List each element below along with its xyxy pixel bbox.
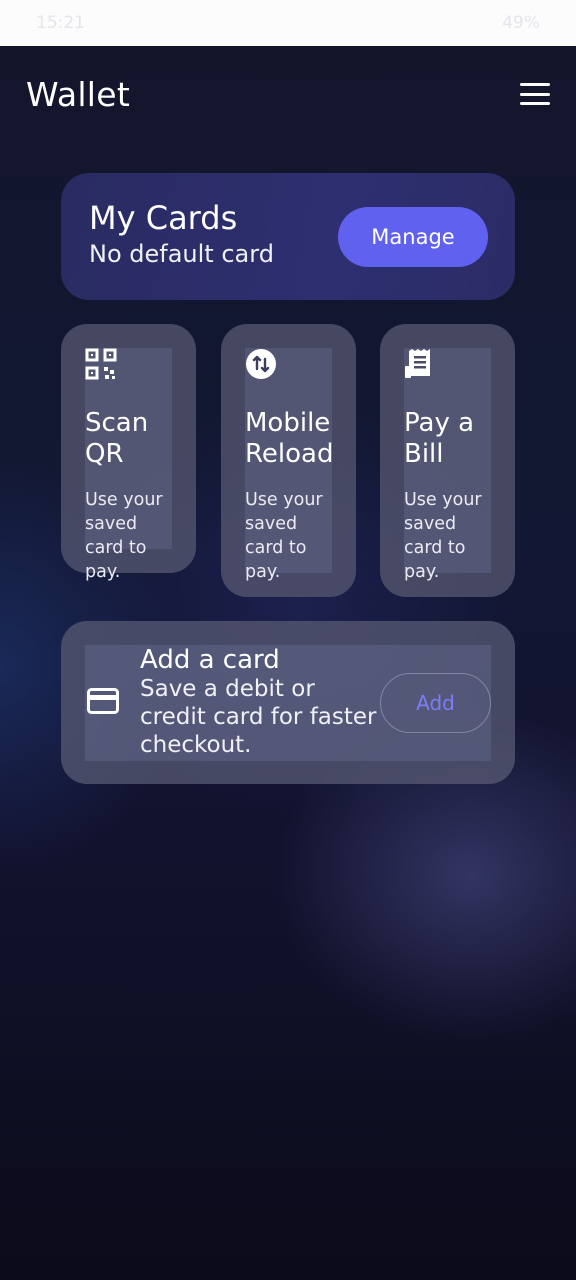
- my-cards-panel: My Cards No default card Manage: [61, 173, 515, 300]
- mobile-reload-content: Mobile Reload Use your saved card to pay…: [245, 348, 334, 582]
- pay-bill-description: Use your saved card to pay.: [404, 490, 482, 582]
- manage-button[interactable]: Manage: [338, 207, 488, 267]
- credit-card-icon: [87, 688, 119, 718]
- receipt-icon: [404, 348, 491, 390]
- status-right: 49%: [502, 13, 540, 33]
- status-left: 15:21: [36, 13, 85, 33]
- top-app-bar: Wallet: [0, 46, 576, 142]
- mobile-reload-title: Mobile Reload: [245, 408, 334, 469]
- scan-qr-description: Use your saved card to pay.: [85, 490, 163, 582]
- hamburger-menu-icon[interactable]: [520, 83, 550, 105]
- add-card-content: Add a card Save a debit or credit card f…: [85, 645, 491, 761]
- qr-code-icon: [85, 348, 172, 390]
- mobile-reload-tile[interactable]: Mobile Reload Use your saved card to pay…: [221, 324, 356, 597]
- add-card-title: Add a card: [140, 645, 280, 675]
- status-time: 15:21: [36, 13, 85, 33]
- battery-level: 49%: [502, 13, 540, 33]
- add-card-subtitle: Save a debit or credit card for faster c…: [140, 676, 377, 758]
- scan-qr-content: Scan QR Use your saved card to pay.: [85, 348, 172, 582]
- pay-bill-tile[interactable]: Pay a Bill Use your saved card to pay.: [380, 324, 515, 597]
- pay-bill-title: Pay a Bill: [404, 408, 475, 469]
- add-card-panel: Add a card Save a debit or credit card f…: [61, 621, 515, 784]
- pay-bill-content: Pay a Bill Use your saved card to pay.: [404, 348, 491, 582]
- scan-qr-tile[interactable]: Scan QR Use your saved card to pay.: [61, 324, 196, 582]
- scan-qr-title: Scan QR: [85, 408, 149, 469]
- mobile-reload-icon: [245, 348, 332, 390]
- mobile-reload-description: Use your saved card to pay.: [245, 490, 323, 582]
- page-title: Wallet: [26, 74, 131, 114]
- add-card-button[interactable]: Add: [380, 673, 491, 733]
- status-bar: 15:21 49%: [0, 0, 576, 46]
